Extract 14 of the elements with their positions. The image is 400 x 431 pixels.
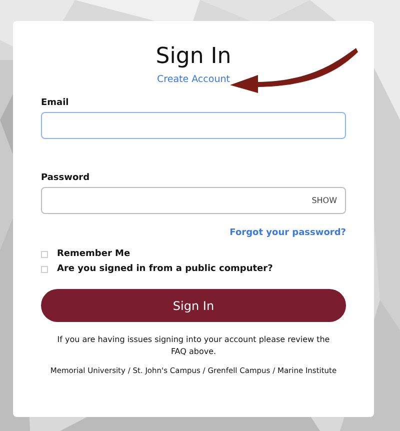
help-text: If you are having issues signing into your account please review the FAQ above.: [56, 334, 331, 358]
email-field[interactable]: [41, 112, 346, 139]
checkbox-label: Remember Me: [57, 248, 130, 260]
checkbox[interactable]: [41, 266, 48, 272]
page-title: Sign In: [156, 43, 232, 71]
field-label: Password: [41, 172, 91, 184]
show-password-button[interactable]: SHOW: [312, 194, 337, 206]
checkbox-label: Are you signed in from a public computer?: [57, 263, 273, 275]
password-field[interactable]: SHOW: [41, 187, 346, 214]
forgot-password-link[interactable]: Forgot your password?: [230, 227, 346, 239]
create-account-link[interactable]: Create Account: [157, 73, 230, 87]
checkbox[interactable]: [41, 250, 48, 258]
sign-in-button[interactable]: Sign In: [41, 289, 346, 322]
field-label: Email: [41, 97, 70, 109]
